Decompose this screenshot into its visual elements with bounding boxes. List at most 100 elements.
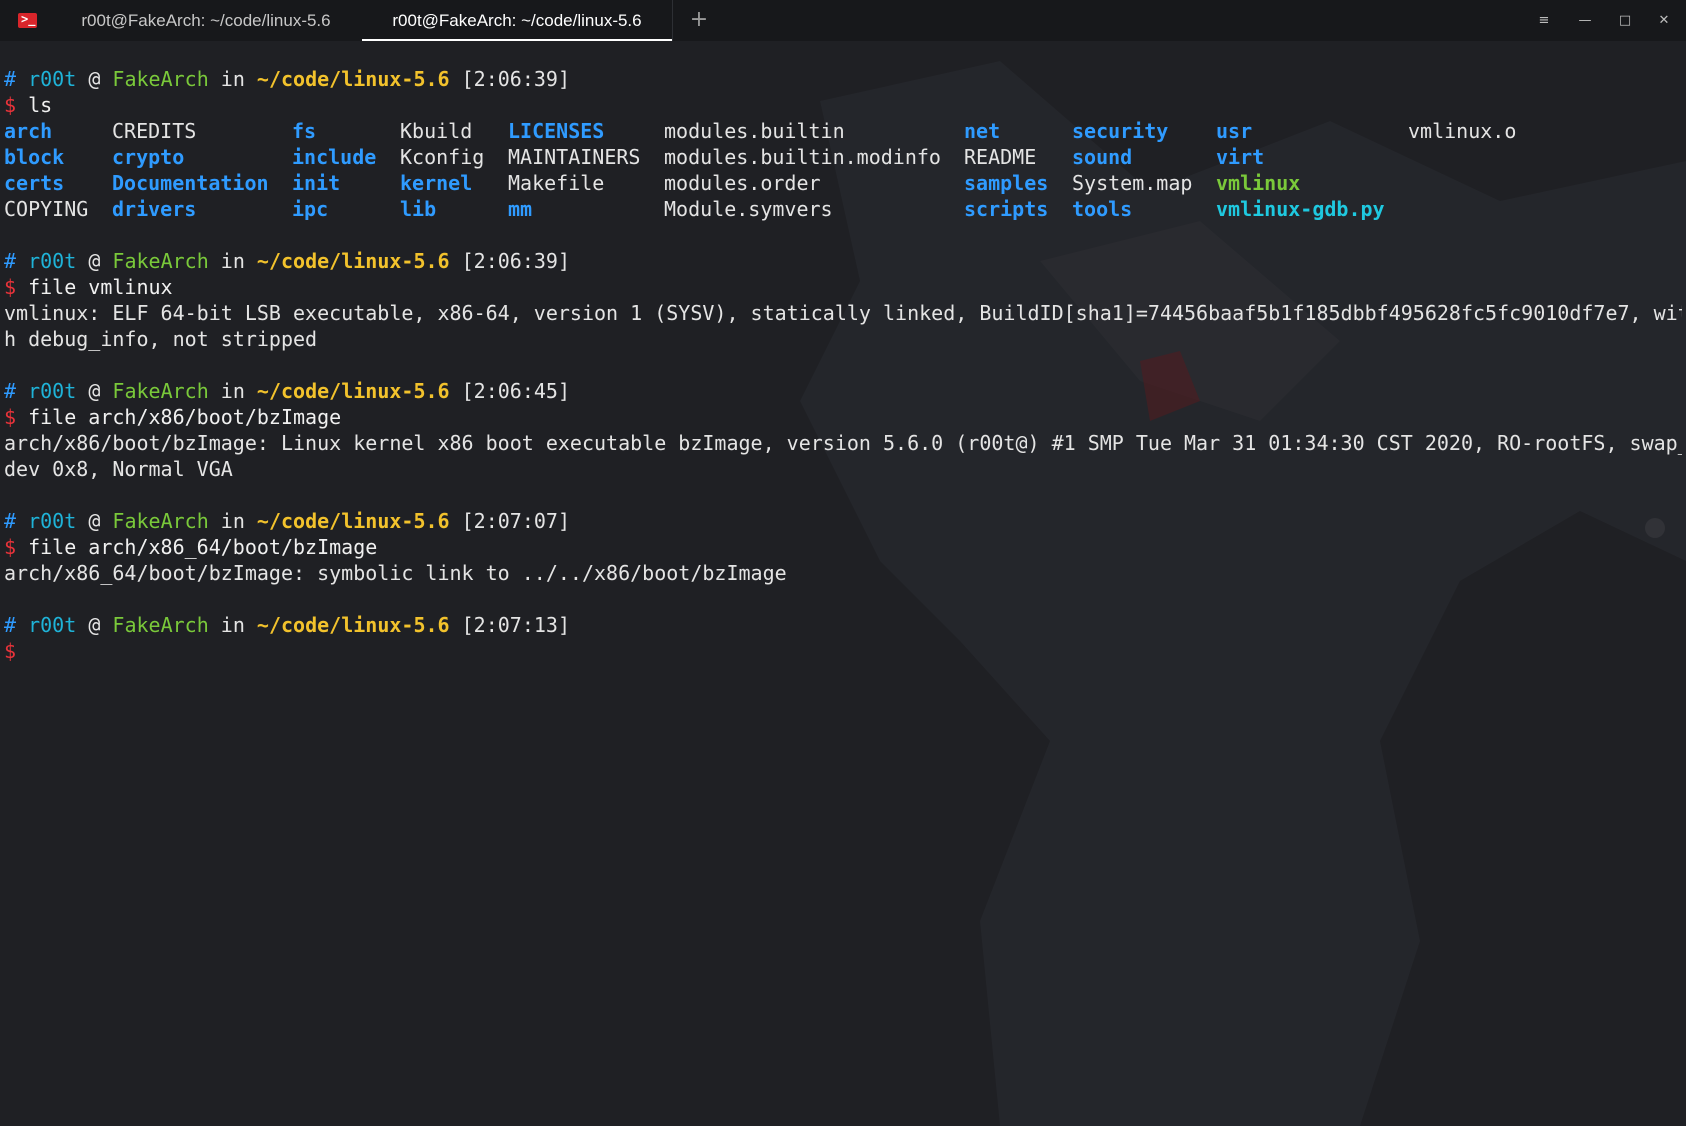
ls-entry: Kbuild xyxy=(400,119,473,143)
ls-entry: net xyxy=(964,119,1001,143)
prompt-user: r00t xyxy=(28,379,77,403)
command-line: $ file vmlinux xyxy=(4,274,1682,300)
prompt-at: @ xyxy=(88,249,101,273)
ls-row: certs Documentation init kernel Makefile… xyxy=(4,170,1682,196)
terminal-window: >_ r00t@FakeArch: ~/code/linux-5.6 r00t@… xyxy=(0,0,1686,1126)
ls-entry: COPYING xyxy=(4,197,89,221)
ls-entry: fs xyxy=(292,119,317,143)
command-line: $ file arch/x86/boot/bzImage xyxy=(4,404,1682,430)
tab-2-active[interactable]: r00t@FakeArch: ~/code/linux-5.6 xyxy=(362,0,672,41)
tab-1[interactable]: r00t@FakeArch: ~/code/linux-5.6 xyxy=(50,0,362,41)
prompt-path: ~/code/linux-5.6 xyxy=(256,249,450,273)
ls-entry: sound xyxy=(1072,145,1133,169)
prompt-line: # r00t @ FakeArch in ~/code/linux-5.6 [2… xyxy=(4,378,1682,404)
ls-entry: mm xyxy=(508,197,533,221)
prompt-at: @ xyxy=(88,613,101,637)
prompt-time: [2:06:39] xyxy=(461,249,570,273)
command-line: $ ls xyxy=(4,92,1682,118)
prompt-line: # r00t @ FakeArch in ~/code/linux-5.6 [2… xyxy=(4,508,1682,534)
command-text: file arch/x86/boot/bzImage xyxy=(28,405,342,429)
ls-entry: vmlinux-gdb.py xyxy=(1216,197,1385,221)
prompt-dollar: $ xyxy=(4,405,17,429)
output-line: vmlinux: ELF 64-bit LSB executable, x86-… xyxy=(4,301,1682,325)
ls-entry: modules.builtin xyxy=(664,119,845,143)
command-text: ls xyxy=(28,93,53,117)
output-line: h debug_info, not stripped xyxy=(4,327,318,351)
new-tab-button[interactable]: + xyxy=(688,8,710,32)
ls-row: COPYING drivers ipc lib mm Module.symver… xyxy=(4,196,1682,222)
prompt-line: # r00t @ FakeArch in ~/code/linux-5.6 [2… xyxy=(4,248,1682,274)
ls-entry: block xyxy=(4,145,65,169)
prompt-host: FakeArch xyxy=(112,509,209,533)
ls-entry: LICENSES xyxy=(508,119,605,143)
prompt-user: r00t xyxy=(28,67,77,91)
prompt-host: FakeArch xyxy=(112,379,209,403)
ls-entry: Module.symvers xyxy=(664,197,833,221)
ls-entry: arch xyxy=(4,119,53,143)
prompt-in: in xyxy=(220,509,245,533)
prompt-path: ~/code/linux-5.6 xyxy=(256,509,450,533)
ls-entry: scripts xyxy=(964,197,1049,221)
prompt-hash: # xyxy=(4,249,17,273)
prompt-at: @ xyxy=(88,509,101,533)
prompt-at: @ xyxy=(88,67,101,91)
ls-entry: tools xyxy=(1072,197,1133,221)
command-text: file arch/x86_64/boot/bzImage xyxy=(28,535,378,559)
ls-entry: ipc xyxy=(292,197,329,221)
ls-entry: kernel xyxy=(400,171,473,195)
ls-entry: certs xyxy=(4,171,65,195)
prompt-at: @ xyxy=(88,379,101,403)
close-icon[interactable]: ✕ xyxy=(1653,10,1675,32)
prompt-in: in xyxy=(220,379,245,403)
ls-entry: MAINTAINERS xyxy=(508,145,641,169)
menu-icon[interactable]: ≡ xyxy=(1533,10,1555,32)
prompt-dollar: $ xyxy=(4,639,17,663)
ls-row: block crypto include Kconfig MAINTAINERS… xyxy=(4,144,1682,170)
prompt-in: in xyxy=(220,67,245,91)
prompt-path: ~/code/linux-5.6 xyxy=(256,67,450,91)
prompt-path: ~/code/linux-5.6 xyxy=(256,613,450,637)
terminal-output[interactable]: # r00t @ FakeArch in ~/code/linux-5.6 [2… xyxy=(4,66,1682,664)
prompt-dollar: $ xyxy=(4,535,17,559)
ls-entry: include xyxy=(292,145,377,169)
prompt-time: [2:06:39] xyxy=(461,67,570,91)
command-input-line[interactable]: $ xyxy=(4,638,1682,664)
prompt-dollar: $ xyxy=(4,275,17,299)
ls-entry: init xyxy=(292,171,341,195)
prompt-hash: # xyxy=(4,509,17,533)
ls-entry: virt xyxy=(1216,145,1265,169)
tab-2-label: r00t@FakeArch: ~/code/linux-5.6 xyxy=(392,11,642,30)
maximize-icon[interactable]: □ xyxy=(1614,10,1636,32)
active-tab-indicator xyxy=(362,39,672,41)
command-text: file vmlinux xyxy=(28,275,173,299)
prompt-user: r00t xyxy=(28,509,77,533)
ls-entry: samples xyxy=(964,171,1049,195)
ls-entry: CREDITS xyxy=(112,119,197,143)
tab-separator xyxy=(672,0,673,41)
prompt-time: [2:07:13] xyxy=(461,613,570,637)
prompt-in: in xyxy=(220,249,245,273)
ls-entry: Makefile xyxy=(508,171,605,195)
prompt-line: # r00t @ FakeArch in ~/code/linux-5.6 [2… xyxy=(4,612,1682,638)
ls-entry: security xyxy=(1072,119,1169,143)
ls-output-grid: arch CREDITS fs Kbuild LICENSES modules.… xyxy=(4,118,1682,222)
prompt-time: [2:07:07] xyxy=(461,509,570,533)
prompt-hash: # xyxy=(4,613,17,637)
ls-entry: modules.builtin.modinfo xyxy=(664,145,941,169)
output-line: arch/x86_64/boot/bzImage: symbolic link … xyxy=(4,561,787,585)
ls-entry: Documentation xyxy=(112,171,269,195)
ls-entry: Kconfig xyxy=(400,145,485,169)
ls-entry: drivers xyxy=(112,197,197,221)
ls-entry: System.map xyxy=(1072,171,1193,195)
prompt-path: ~/code/linux-5.6 xyxy=(256,379,450,403)
prompt-in: in xyxy=(220,613,245,637)
prompt-host: FakeArch xyxy=(112,613,209,637)
ls-entry: lib xyxy=(400,197,437,221)
title-bar: >_ r00t@FakeArch: ~/code/linux-5.6 r00t@… xyxy=(0,0,1686,41)
minimize-icon[interactable]: — xyxy=(1574,10,1596,32)
ls-entry: vmlinux xyxy=(1216,171,1301,195)
